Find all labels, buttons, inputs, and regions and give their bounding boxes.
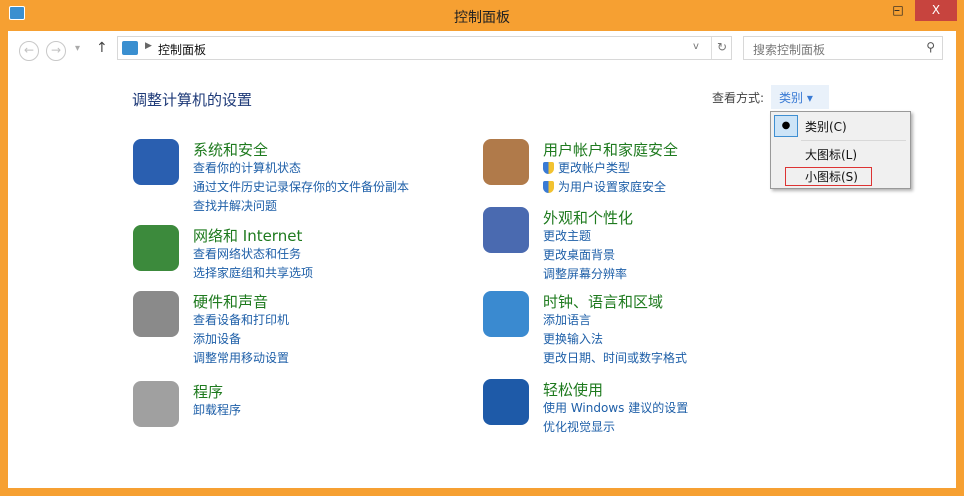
address-bar[interactable]: ▶ 控制面板 v ↻	[117, 36, 732, 60]
category-link[interactable]: 添加语言	[543, 311, 591, 328]
category-title[interactable]: 时钟、语言和区域	[543, 291, 663, 312]
title-bar: 控制面板 – □ X	[0, 0, 964, 32]
clock-language-region-icon[interactable]	[483, 291, 529, 337]
category-link[interactable]: 查看网络状态和任务	[193, 245, 301, 262]
appearance-icon[interactable]	[483, 207, 529, 253]
category-link[interactable]: 卸载程序	[193, 401, 241, 418]
category-link[interactable]: 更换输入法	[543, 330, 603, 347]
category-link[interactable]: 优化视觉显示	[543, 418, 615, 435]
link-text: 添加语言	[543, 313, 592, 327]
user-accounts-icon[interactable]	[483, 139, 529, 185]
uac-shield-icon	[543, 181, 554, 193]
programs-icon[interactable]	[133, 381, 179, 427]
recent-locations-button[interactable]: ▾	[75, 43, 80, 54]
search-icon[interactable]: ⚲	[926, 40, 935, 54]
link-text: 查看设备和打印机	[193, 313, 290, 327]
category-title[interactable]: 网络和 Internet	[193, 225, 302, 246]
view-by-dropdown[interactable]: 类别 ▾	[771, 85, 829, 109]
page-title: 调整计算机的设置	[132, 91, 253, 109]
category-link[interactable]: 选择家庭组和共享选项	[193, 264, 313, 281]
network-and-internet-icon[interactable]	[133, 225, 179, 271]
category-link[interactable]: 添加设备	[193, 330, 241, 347]
ease-of-access-icon[interactable]	[483, 379, 529, 425]
link-text: 卸载程序	[193, 403, 242, 417]
category-link[interactable]: 更改帐户类型	[543, 159, 630, 176]
system-and-security-icon[interactable]	[133, 139, 179, 185]
link-text: 优化视觉显示	[543, 420, 616, 434]
link-text: 选择家庭组和共享选项	[193, 266, 314, 280]
link-text: 调整屏幕分辨率	[543, 267, 628, 281]
category-link[interactable]: 查看设备和打印机	[193, 311, 289, 328]
hardware-and-sound-icon[interactable]	[133, 291, 179, 337]
link-text: 使用 Windows 建议的设置	[543, 401, 689, 415]
link-text: 更改日期、时间或数字格式	[543, 351, 688, 365]
link-text: 查看你的计算机状态	[193, 161, 302, 175]
category-link[interactable]: 查看你的计算机状态	[193, 159, 301, 176]
category-link[interactable]: 查找并解决问题	[193, 197, 277, 214]
view-by-label: 查看方式:	[712, 91, 765, 105]
link-text: 更换输入法	[543, 332, 604, 346]
link-text: 更改主题	[543, 229, 592, 243]
link-text: 添加设备	[193, 332, 242, 346]
link-text: 调整常用移动设置	[193, 351, 290, 365]
link-text: 通过文件历史记录保存你的文件备份副本	[193, 180, 410, 194]
category-link[interactable]: 调整屏幕分辨率	[543, 265, 627, 282]
category-link[interactable]: 为用户设置家庭安全	[543, 178, 666, 195]
link-text: 查看网络状态和任务	[193, 247, 302, 261]
selected-bullet-icon: ●	[774, 115, 798, 137]
address-dropdown-button[interactable]: v	[693, 41, 699, 52]
up-button[interactable]: ↑	[96, 40, 108, 56]
uac-shield-icon	[543, 162, 554, 174]
category-title[interactable]: 用户帐户和家庭安全	[543, 139, 678, 160]
category-title[interactable]: 系统和安全	[193, 139, 268, 160]
menu-separator	[801, 140, 906, 141]
link-text: 查找并解决问题	[193, 199, 278, 213]
category-link[interactable]: 更改桌面背景	[543, 246, 615, 263]
back-button[interactable]: ←	[19, 41, 39, 61]
menu-item-category[interactable]: 类别(C)	[805, 118, 847, 135]
link-text: 为用户设置家庭安全	[558, 180, 667, 194]
breadcrumb-arrow-icon[interactable]: ▶	[145, 41, 152, 51]
link-text: 更改桌面背景	[543, 248, 616, 262]
view-by-menu: ● 类别(C) 大图标(L) 小图标(S)	[770, 111, 911, 189]
maximize-button[interactable]: □	[884, 0, 912, 21]
link-text: 更改帐户类型	[558, 161, 631, 175]
category-link[interactable]: 通过文件历史记录保存你的文件备份副本	[193, 178, 409, 195]
refresh-button[interactable]: ↻	[711, 37, 732, 59]
window-title: 控制面板	[454, 10, 510, 26]
category-title[interactable]: 程序	[193, 381, 223, 402]
category-title[interactable]: 硬件和声音	[193, 291, 268, 312]
category-link[interactable]: 更改主题	[543, 227, 591, 244]
category-title[interactable]: 轻松使用	[543, 379, 603, 400]
breadcrumb[interactable]: 控制面板	[158, 41, 206, 58]
search-placeholder: 搜索控制面板	[753, 43, 826, 57]
close-button[interactable]: X	[915, 0, 957, 21]
category-link[interactable]: 使用 Windows 建议的设置	[543, 399, 688, 416]
category-link[interactable]: 调整常用移动设置	[193, 349, 289, 366]
menu-item-small-icons[interactable]: 小图标(S)	[805, 168, 858, 185]
category-title[interactable]: 外观和个性化	[543, 207, 633, 228]
forward-button[interactable]: →	[46, 41, 66, 61]
window-content: ← → ▾ ↑ ▶ 控制面板 v ↻ 搜索控制面板 ⚲ 调整计算机的设置 查看方…	[8, 31, 956, 488]
search-input[interactable]: 搜索控制面板 ⚲	[743, 36, 943, 60]
control-panel-icon	[122, 41, 138, 55]
menu-item-large-icons[interactable]: 大图标(L)	[805, 146, 857, 163]
category-link[interactable]: 更改日期、时间或数字格式	[543, 349, 687, 366]
